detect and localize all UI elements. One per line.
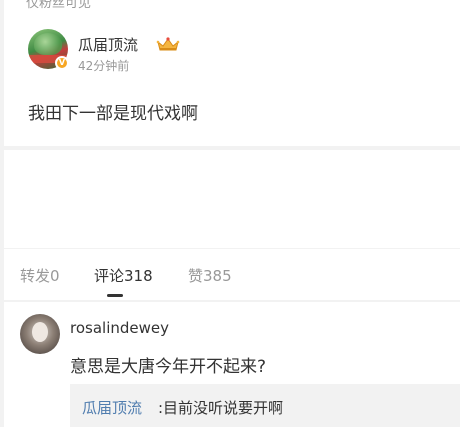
- post-visibility: 仅粉丝可见: [26, 0, 92, 11]
- avatar-leaf: [34, 33, 62, 55]
- tab-reposts[interactable]: 转发0: [20, 265, 60, 286]
- reply-preview[interactable]: 瓜届顶流 :目前没听说要开啊: [70, 384, 460, 427]
- post-card: 仅粉丝可见 V 瓜届顶流 42分钟前 我田下一部是现代戏啊: [4, 0, 460, 146]
- interaction-tabs: 转发0 评论318 赞385: [4, 249, 460, 300]
- commenter-avatar[interactable]: [20, 314, 60, 354]
- comment-text: 意思是大唐今年开不起来?: [70, 357, 267, 377]
- comment-author[interactable]: rosalindewey: [70, 319, 169, 337]
- comment-item: rosalindewey 意思是大唐今年开不起来? 瓜届顶流 :目前没听说要开啊: [4, 302, 460, 427]
- post-media-area: [4, 150, 460, 248]
- post-time: 42分钟前: [78, 59, 130, 73]
- tab-comments[interactable]: 评论318: [94, 265, 153, 286]
- vip-badge-icon: V: [55, 56, 69, 70]
- tab-likes[interactable]: 赞385: [188, 265, 232, 286]
- post-text: 我田下一部是现代戏啊: [28, 104, 198, 124]
- reply-text: :目前没听说要开啊: [158, 399, 284, 417]
- author-name[interactable]: 瓜届顶流: [78, 34, 138, 55]
- crown-icon: [156, 37, 180, 51]
- avatar-face: [32, 322, 48, 342]
- reply-author[interactable]: 瓜届顶流: [82, 397, 142, 418]
- active-tab-indicator: [107, 294, 123, 297]
